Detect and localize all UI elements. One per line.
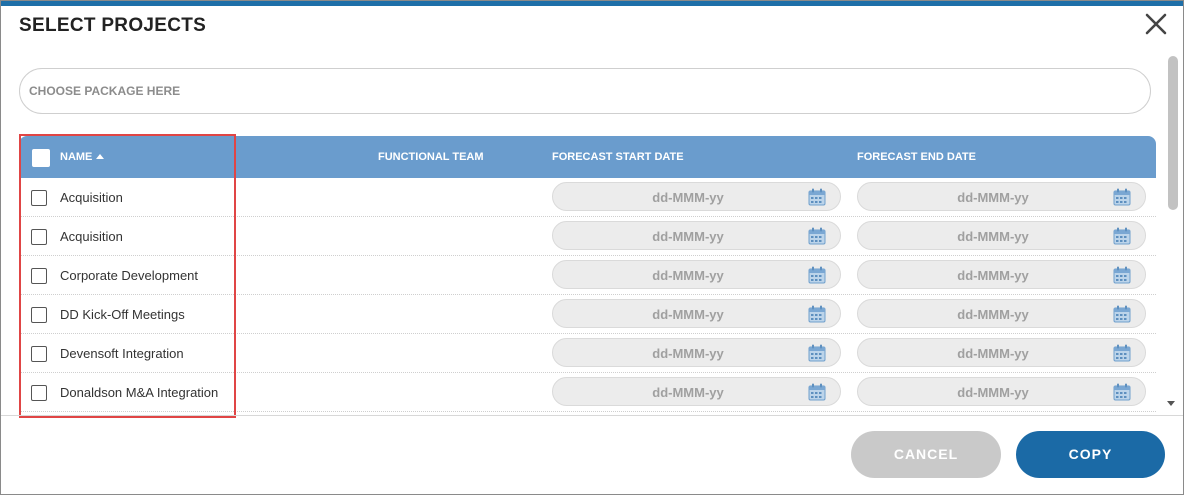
vertical-scrollbar[interactable] [1165, 54, 1179, 406]
header-name-label: NAME [60, 151, 93, 163]
start-date-text: dd-MMM-yy [652, 190, 724, 205]
header-forecast-start-date[interactable]: FORECAST START DATE [552, 151, 684, 163]
calendar-icon[interactable] [1113, 305, 1131, 323]
project-name: Devensoft Integration [60, 346, 184, 361]
table-row: DD Kick-Off Meetings dd-MMM-yy dd-MMM-yy [19, 295, 1156, 334]
forecast-start-date-field[interactable]: dd-MMM-yy [552, 299, 841, 328]
project-name: Acquisition [60, 229, 123, 244]
table-row: Donaldson M&A Integration dd-MMM-yy dd-M… [19, 373, 1156, 412]
end-date-text: dd-MMM-yy [957, 190, 1029, 205]
table-header: NAME FUNCTIONAL TEAM FORECAST START DATE… [19, 136, 1156, 178]
row-checkbox[interactable] [31, 190, 47, 206]
forecast-start-date-field[interactable]: dd-MMM-yy [552, 338, 841, 367]
forecast-start-date-field[interactable]: dd-MMM-yy [552, 377, 841, 406]
calendar-icon[interactable] [808, 344, 826, 362]
start-date-text: dd-MMM-yy [652, 229, 724, 244]
row-checkbox[interactable] [31, 385, 47, 401]
forecast-end-date-field[interactable]: dd-MMM-yy [857, 182, 1146, 211]
calendar-icon[interactable] [1113, 383, 1131, 401]
calendar-icon[interactable] [1113, 188, 1131, 206]
header-name[interactable]: NAME [60, 151, 105, 163]
copy-button[interactable]: COPY [1016, 431, 1165, 478]
calendar-icon[interactable] [1113, 266, 1131, 284]
select-projects-dialog: SELECT PROJECTS NAME FUNCTIONAL TEAM FOR… [0, 0, 1184, 495]
start-date-text: dd-MMM-yy [652, 346, 724, 361]
end-date-text: dd-MMM-yy [957, 346, 1029, 361]
header-functional-team[interactable]: FUNCTIONAL TEAM [378, 151, 484, 163]
forecast-end-date-field[interactable]: dd-MMM-yy [857, 221, 1146, 250]
row-checkbox[interactable] [31, 307, 47, 323]
forecast-start-date-field[interactable]: dd-MMM-yy [552, 221, 841, 250]
forecast-start-date-field[interactable]: dd-MMM-yy [552, 182, 841, 211]
scrollbar-thumb[interactable] [1168, 56, 1178, 210]
table-row: Corporate Development dd-MMM-yy dd-MMM-y… [19, 256, 1156, 295]
table-row: Acquisition dd-MMM-yy dd-MMM-yy [19, 178, 1156, 217]
cancel-button[interactable]: CANCEL [851, 431, 1001, 478]
end-date-text: dd-MMM-yy [957, 229, 1029, 244]
project-name: Corporate Development [60, 268, 199, 283]
forecast-end-date-field[interactable]: dd-MMM-yy [857, 260, 1146, 289]
project-name: DD Kick-Off Meetings [60, 307, 185, 322]
select-all-checkbox[interactable] [32, 149, 50, 167]
calendar-icon[interactable] [808, 188, 826, 206]
calendar-icon[interactable] [1113, 227, 1131, 245]
calendar-icon[interactable] [808, 227, 826, 245]
end-date-text: dd-MMM-yy [957, 268, 1029, 283]
project-list: Acquisition dd-MMM-yy dd-MMM-yy Acquisit… [19, 178, 1156, 412]
header-forecast-end-date[interactable]: FORECAST END DATE [857, 151, 976, 163]
scroll-down-arrow-icon[interactable] [1167, 401, 1175, 406]
start-date-text: dd-MMM-yy [652, 307, 724, 322]
project-name: Acquisition [60, 190, 123, 205]
accent-bar [1, 1, 1183, 6]
dialog-title: SELECT PROJECTS [19, 15, 207, 36]
table-row: Devensoft Integration dd-MMM-yy dd-MMM-y… [19, 334, 1156, 373]
calendar-icon[interactable] [808, 266, 826, 284]
forecast-end-date-field[interactable]: dd-MMM-yy [857, 377, 1146, 406]
project-name: Donaldson M&A Integration [60, 385, 219, 400]
calendar-icon[interactable] [1113, 344, 1131, 362]
forecast-end-date-field[interactable]: dd-MMM-yy [857, 338, 1146, 367]
row-checkbox[interactable] [31, 268, 47, 284]
close-icon[interactable] [1143, 9, 1169, 39]
sort-ascending-icon [96, 154, 105, 159]
start-date-text: dd-MMM-yy [652, 268, 724, 283]
calendar-icon[interactable] [808, 305, 826, 323]
start-date-text: dd-MMM-yy [652, 385, 724, 400]
row-checkbox[interactable] [31, 229, 47, 245]
end-date-text: dd-MMM-yy [957, 307, 1029, 322]
calendar-icon[interactable] [808, 383, 826, 401]
footer-divider [1, 415, 1183, 416]
package-input[interactable] [19, 68, 1151, 114]
forecast-end-date-field[interactable]: dd-MMM-yy [857, 299, 1146, 328]
table-row: Acquisition dd-MMM-yy dd-MMM-yy [19, 217, 1156, 256]
end-date-text: dd-MMM-yy [957, 385, 1029, 400]
forecast-start-date-field[interactable]: dd-MMM-yy [552, 260, 841, 289]
row-checkbox[interactable] [31, 346, 47, 362]
